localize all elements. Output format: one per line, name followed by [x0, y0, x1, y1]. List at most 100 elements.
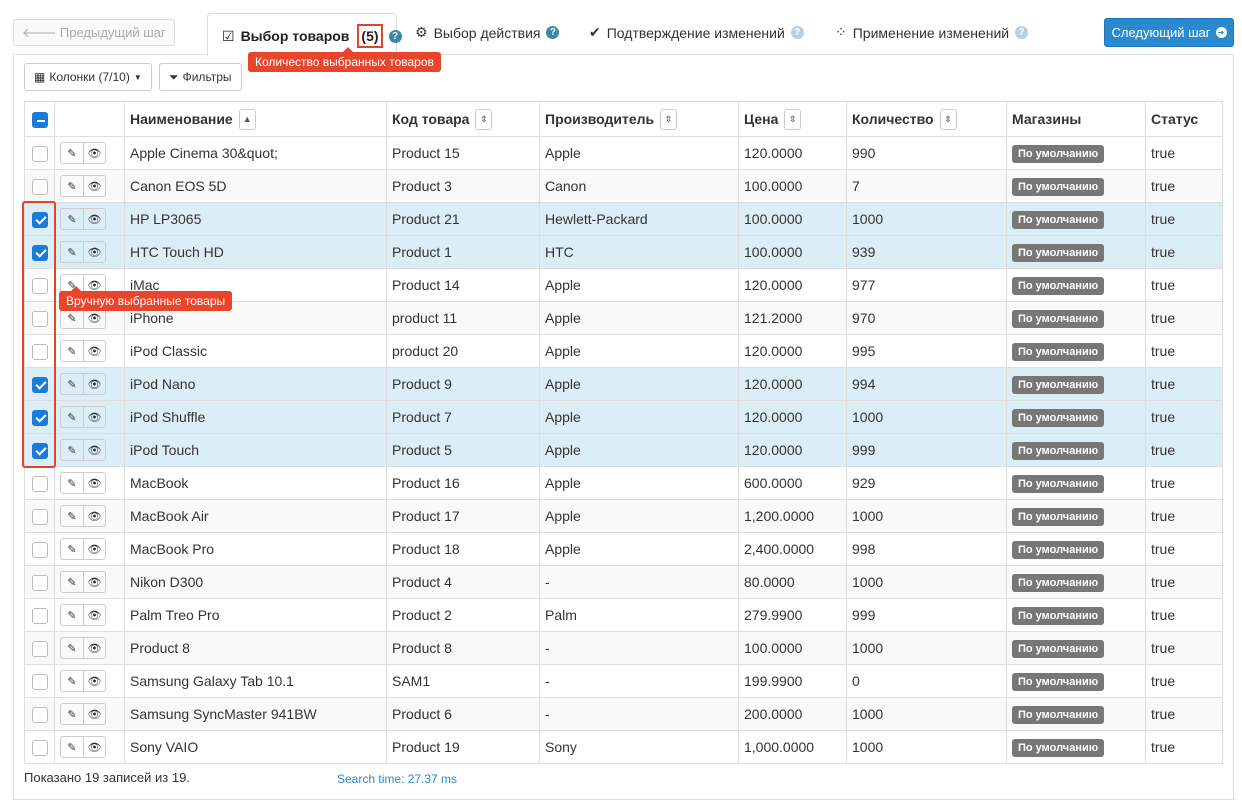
columns-button[interactable]: ▦ Колонки (7/10) ▼ — [24, 63, 152, 91]
pencil-icon[interactable]: ✎ — [61, 242, 83, 262]
eye-icon[interactable]: 👁 — [83, 572, 105, 592]
tab-select-products[interactable]: ☑ Выбор товаров (5) ? — [222, 24, 402, 48]
table-row[interactable]: ✎ 👁 MacBook Pro Product 18 Apple 2,400.0000 99… — [24, 532, 1223, 566]
header-name[interactable]: Наименование ▲ — [124, 101, 387, 137]
header-maker[interactable]: Производитель ⇳ — [539, 101, 739, 137]
sort-icon[interactable]: ⇳ — [660, 108, 678, 130]
pencil-icon[interactable]: ✎ — [61, 473, 83, 493]
table-row[interactable]: ✎ 👁 Sony VAIO Product 19 Sony 1,000.0000 1000 П… — [24, 730, 1223, 764]
eye-icon[interactable]: 👁 — [83, 242, 105, 262]
eye-icon[interactable]: 👁 — [83, 506, 105, 526]
table-row[interactable]: ✎ 👁 HP LP3065 Product 21 Hewlett-Packard 100.… — [24, 202, 1223, 236]
sort-icon[interactable]: ⇳ — [939, 108, 957, 130]
table-row[interactable]: ✎ 👁 Palm Treo Pro Product 2 Palm 279.9900 999 П… — [24, 598, 1223, 632]
row-checkbox[interactable] — [31, 145, 48, 162]
table-row[interactable]: ✎ 👁 Samsung Galaxy Tab 10.1 SAM1-199.9900 0 П… — [24, 664, 1223, 698]
row-checkbox[interactable] — [31, 607, 48, 624]
sort-asc-icon[interactable]: ▲ — [238, 108, 256, 130]
row-checkbox[interactable] — [31, 409, 48, 426]
row-checkbox[interactable] — [31, 277, 48, 294]
row-checkbox[interactable] — [31, 475, 48, 492]
header-price[interactable]: Цена ⇳ — [738, 101, 847, 137]
tab-select-action[interactable]: ⚙ Выбор действия ? — [415, 24, 560, 41]
store-badge: По умолчанию — [1012, 705, 1105, 724]
pencil-icon[interactable]: ✎ — [61, 737, 83, 757]
eye-icon[interactable]: 👁 — [83, 308, 105, 328]
pencil-icon[interactable]: ✎ — [61, 572, 83, 592]
pencil-icon[interactable]: ✎ — [61, 143, 83, 163]
row-checkbox[interactable] — [31, 640, 48, 657]
sort-icon[interactable]: ⇳ — [475, 108, 493, 130]
table-row[interactable]: ✎ 👁 HTC Touch HD Product 1 HTC 100.0000 939 По … — [24, 235, 1223, 269]
row-checkbox[interactable] — [31, 508, 48, 525]
prev-step-button[interactable]: 🡐 Предыдущий шаг — [13, 19, 175, 46]
pencil-icon[interactable]: ✎ — [61, 506, 83, 526]
eye-icon[interactable]: 👁 — [83, 737, 105, 757]
tab-apply-changes[interactable]: ⁘ Применение изменений ? — [835, 24, 1029, 41]
row-checkbox[interactable] — [31, 310, 48, 327]
table-row[interactable]: ✎ 👁 iPod Touch Product 5 Apple 120.0000 999 По … — [24, 433, 1223, 467]
eye-icon[interactable]: 👁 — [83, 143, 105, 163]
row-checkbox[interactable] — [31, 343, 48, 360]
pencil-icon[interactable]: ✎ — [61, 308, 83, 328]
table-row[interactable]: ✎ 👁 Apple Cinema 30&quot; Product 15 Apple 12… — [24, 136, 1223, 170]
pencil-icon[interactable]: ✎ — [61, 407, 83, 427]
pencil-icon[interactable]: ✎ — [61, 671, 83, 691]
question-circle-icon[interactable]: ? — [388, 29, 402, 43]
row-checkbox[interactable] — [31, 376, 48, 393]
row-checkbox[interactable] — [31, 574, 48, 591]
header-code[interactable]: Код товара ⇳ — [386, 101, 540, 137]
cell-name: HP LP3065 — [124, 202, 387, 236]
eye-icon[interactable]: 👁 — [83, 671, 105, 691]
eye-icon[interactable]: 👁 — [83, 374, 105, 394]
question-circle-icon[interactable]: ? — [546, 26, 560, 39]
row-checkbox[interactable] — [31, 211, 48, 228]
eye-icon[interactable]: 👁 — [83, 209, 105, 229]
row-action-group: ✎👁 — [60, 637, 106, 659]
table-row[interactable]: ✎ 👁 Canon EOS 5D Product 3 Canon 100.0000 7 По … — [24, 169, 1223, 203]
eye-icon[interactable]: 👁 — [83, 473, 105, 493]
pencil-icon[interactable]: ✎ — [61, 209, 83, 229]
row-checkbox[interactable] — [31, 706, 48, 723]
question-circle-icon[interactable]: ? — [1015, 26, 1029, 39]
eye-icon[interactable]: 👁 — [83, 605, 105, 625]
question-circle-icon[interactable]: ? — [790, 26, 804, 39]
eye-icon[interactable]: 👁 — [83, 341, 105, 361]
row-checkbox[interactable] — [31, 673, 48, 690]
table-row[interactable]: ✎ 👁 iPod Nano Product 9 Apple 120.0000 994 По у… — [24, 367, 1223, 401]
pencil-icon[interactable]: ✎ — [61, 176, 83, 196]
pencil-icon[interactable]: ✎ — [61, 638, 83, 658]
pencil-icon[interactable]: ✎ — [61, 440, 83, 460]
pencil-icon[interactable]: ✎ — [61, 704, 83, 724]
table-row[interactable]: ✎ 👁 MacBook Air Product 17 Apple 1,200.0000 10… — [24, 499, 1223, 533]
sort-icon[interactable]: ⇳ — [784, 108, 802, 130]
tab-confirm-changes[interactable]: ✔ Подтверждение изменений ? — [589, 24, 804, 41]
eye-icon[interactable]: 👁 — [83, 638, 105, 658]
pencil-icon[interactable]: ✎ — [61, 341, 83, 361]
eye-icon[interactable]: 👁 — [83, 539, 105, 559]
eye-icon[interactable]: 👁 — [83, 440, 105, 460]
table-row[interactable]: ✎ 👁 Product 8 Product 8-100.0000 1000 По умол… — [24, 631, 1223, 665]
next-step-button[interactable]: Следующий шаг ➜ — [1104, 18, 1234, 47]
cell-maker: Apple — [539, 532, 739, 566]
eye-icon[interactable]: 👁 — [83, 704, 105, 724]
cell-price: 100.0000 — [738, 169, 847, 203]
eye-icon[interactable]: 👁 — [83, 407, 105, 427]
table-row[interactable]: ✎ 👁 MacBook Product 16 Apple 600.0000 929 По ум… — [24, 466, 1223, 500]
table-row[interactable]: ✎ 👁 Nikon D300 Product 4-80.0000 1000 По умол… — [24, 565, 1223, 599]
table-row[interactable]: ✎ 👁 iPod Shuffle Product 7 Apple 120.0000 1000… — [24, 400, 1223, 434]
filters-button[interactable]: ⏷ Фильтры — [159, 63, 242, 91]
row-checkbox[interactable] — [31, 442, 48, 459]
eye-icon[interactable]: 👁 — [83, 176, 105, 196]
row-checkbox[interactable] — [31, 739, 48, 756]
row-checkbox[interactable] — [31, 244, 48, 261]
pencil-icon[interactable]: ✎ — [61, 374, 83, 394]
pencil-icon[interactable]: ✎ — [61, 539, 83, 559]
table-row[interactable]: ✎ 👁 iPod Classic product 20 Apple 120.0000 995… — [24, 334, 1223, 368]
header-qty[interactable]: Количество ⇳ — [846, 101, 1007, 137]
table-row[interactable]: ✎ 👁 Samsung SyncMaster 941BW Product 6-200.… — [24, 697, 1223, 731]
row-checkbox[interactable] — [31, 178, 48, 195]
select-all-checkbox[interactable] — [31, 111, 48, 128]
pencil-icon[interactable]: ✎ — [61, 605, 83, 625]
row-checkbox[interactable] — [31, 541, 48, 558]
